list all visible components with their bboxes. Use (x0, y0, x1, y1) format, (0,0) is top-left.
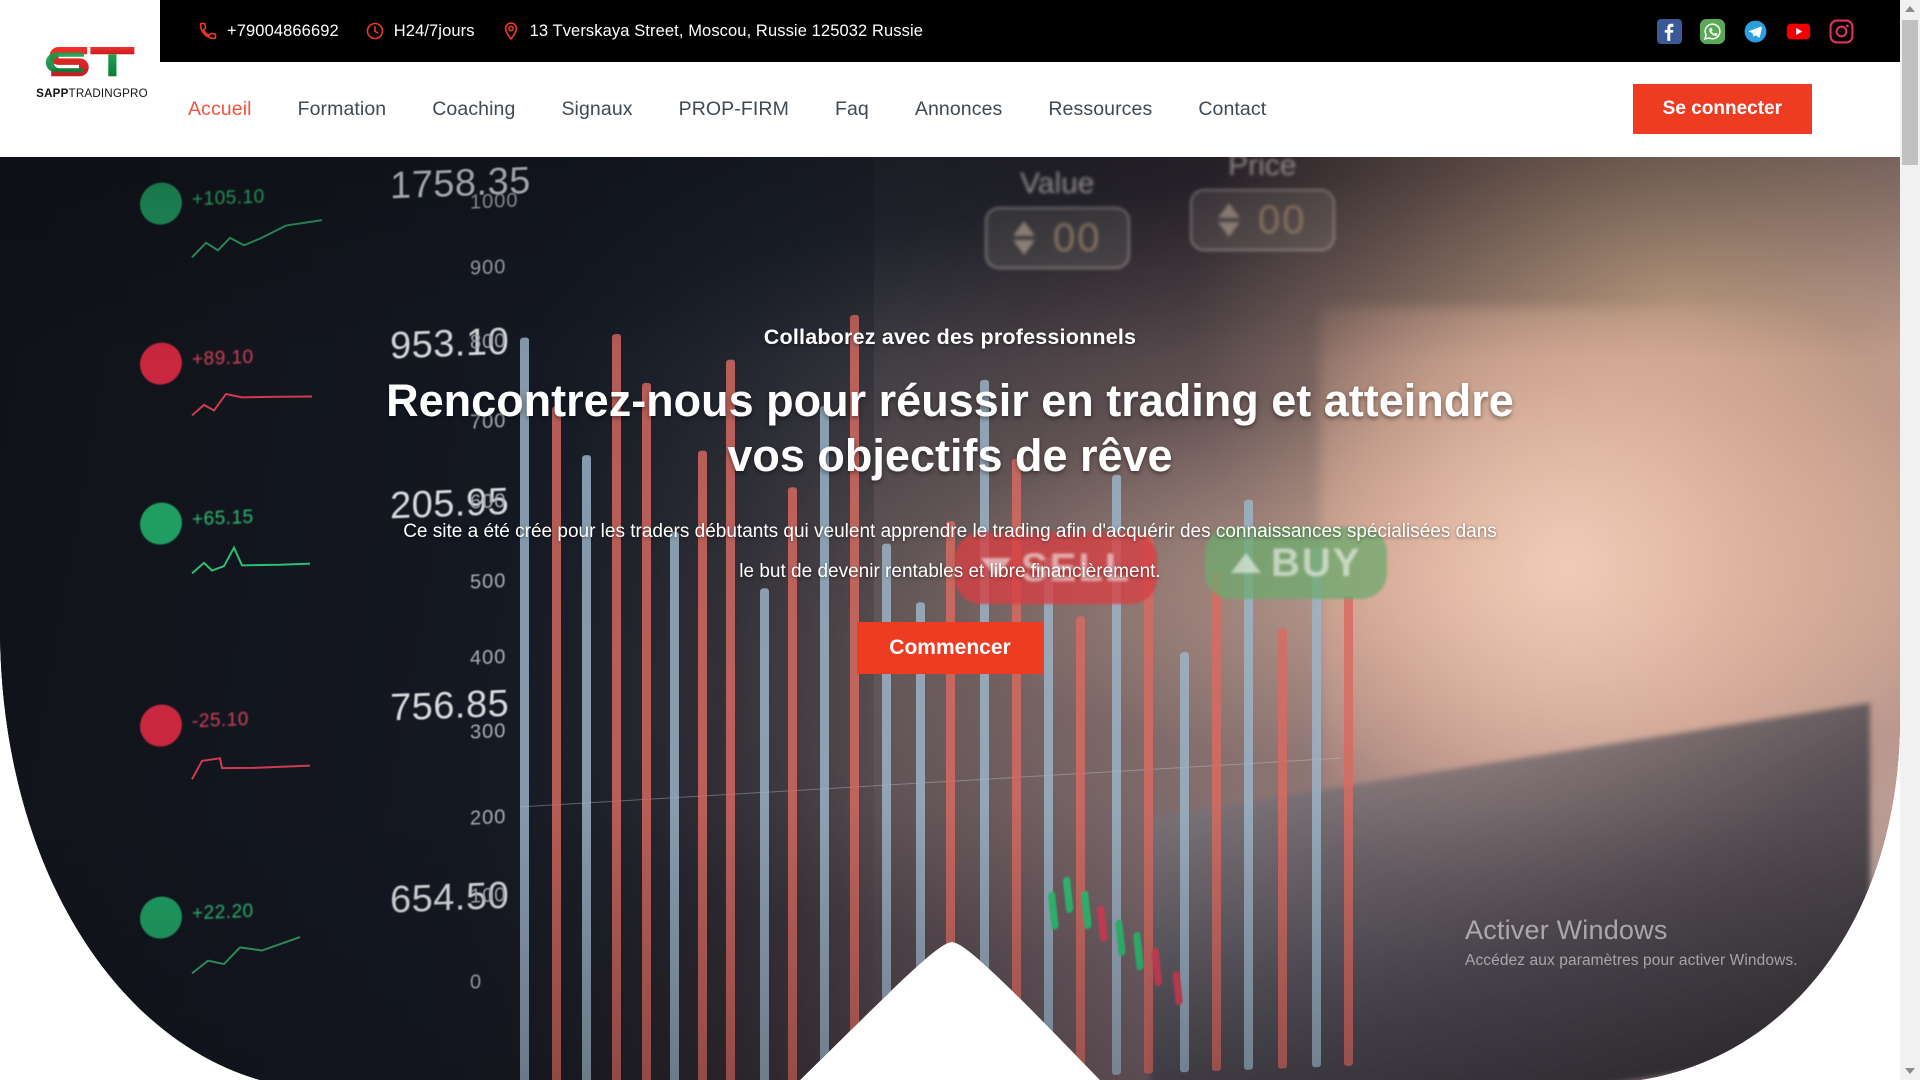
whatsapp-icon[interactable] (1700, 18, 1725, 44)
brand-logo[interactable]: SAPPTRADINGPRO (28, 38, 156, 100)
nav-item-accueil[interactable]: Accueil (188, 98, 252, 121)
location-pin-icon (504, 22, 517, 41)
hero-eyebrow: Collaborez avec des professionnels (763, 325, 1137, 349)
hero-section: +105.10 1758.35 +89.10 953.10 +6 (0, 157, 1900, 1080)
contact-hours-text: H24/7jours (393, 21, 475, 40)
hero-vignette-overlay (0, 157, 1900, 1080)
contact-address[interactable]: 13 Tverskaya Street, Moscou, Russie 1250… (501, 21, 923, 41)
nav-item-annonces[interactable]: Annonces (915, 98, 1003, 121)
telegram-icon[interactable] (1743, 19, 1768, 44)
logo-mark-icon (45, 46, 135, 77)
phone-icon (199, 22, 217, 40)
chevron-down-icon (1905, 1068, 1915, 1074)
nav-item-signaux[interactable]: Signaux (561, 98, 632, 121)
nav-item-contact[interactable]: Contact (1198, 98, 1266, 121)
nav-item-formation[interactable]: Formation (298, 98, 387, 121)
logo-word-bold: SAPP (36, 87, 69, 100)
nav-item-faq[interactable]: Faq (835, 98, 869, 121)
scrollbar-thumb[interactable] (1902, 20, 1918, 165)
scroll-down-button[interactable] (1900, 1062, 1920, 1080)
hero-headline: Rencontrez-nous pour réussir en trading … (386, 375, 1514, 481)
main-navbar: Accueil Formation Coaching Signaux PROP-… (0, 62, 1900, 157)
scroll-up-button[interactable] (1900, 0, 1920, 18)
hero-subcopy: Ce site a été crée pour les traders débu… (403, 520, 1497, 582)
top-info-bar: +79004866692 H24/7jours 13 Tverskaya Str… (160, 0, 1900, 62)
contact-address-text: 13 Tverskaya Street, Moscou, Russie 1250… (529, 21, 924, 40)
logo-wordmark: SAPPTRADINGPRO (36, 87, 148, 100)
page-root: +79004866692 H24/7jours 13 Tverskaya Str… (0, 0, 1920, 1080)
contact-hours[interactable]: H24/7jours (365, 21, 475, 41)
logo-word-light: TRADINGPRO (68, 87, 148, 100)
nav-item-prop-firm[interactable]: PROP-FIRM (679, 98, 789, 121)
login-button[interactable]: Se connecter (1632, 84, 1812, 134)
youtube-icon[interactable] (1786, 19, 1811, 44)
social-links-group (1657, 18, 1900, 44)
nav-item-coaching[interactable]: Coaching (432, 98, 515, 121)
clock-icon (366, 22, 384, 40)
instagram-icon[interactable] (1829, 19, 1854, 44)
chevron-up-icon (1905, 6, 1915, 12)
contact-info-group: +79004866692 H24/7jours 13 Tverskaya Str… (160, 21, 923, 41)
facebook-icon[interactable] (1657, 18, 1682, 44)
page-scrollbar[interactable] (1900, 0, 1920, 1080)
contact-phone-text: +79004866692 (227, 21, 339, 40)
hero-clipped-backdrop: +105.10 1758.35 +89.10 953.10 +6 (0, 157, 1900, 1080)
nav-item-ressources[interactable]: Ressources (1048, 98, 1152, 121)
primary-navigation: Accueil Formation Coaching Signaux PROP-… (188, 62, 1266, 157)
contact-phone[interactable]: +79004866692 (198, 21, 339, 41)
commencer-button[interactable]: Commencer (857, 621, 1043, 674)
